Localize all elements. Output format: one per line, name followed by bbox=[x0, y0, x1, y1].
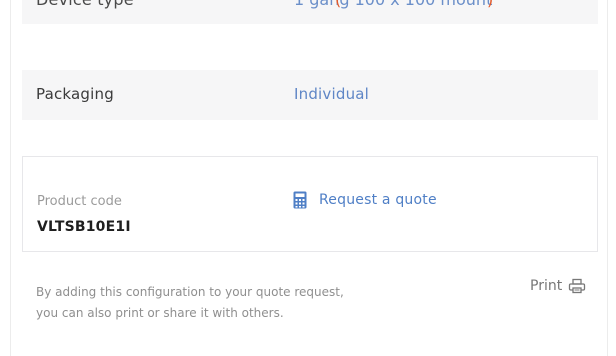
print-button[interactable]: Print bbox=[530, 277, 586, 295]
spec-row-label: Packaging bbox=[36, 85, 114, 103]
product-code-value: VLTSB10E1I bbox=[37, 219, 131, 235]
quote-info-line: you can also print or share it with othe… bbox=[36, 306, 284, 320]
spec-row-value: 1 gang 100 x 100 mount bbox=[294, 0, 492, 9]
spec-row-label: Device type bbox=[36, 0, 134, 9]
print-label: Print bbox=[530, 278, 563, 294]
product-code-card: Product code VLTSB10E1I Request a quote bbox=[22, 156, 598, 252]
quote-info-line: By adding this configuration to your quo… bbox=[36, 285, 344, 299]
product-code-label: Product code bbox=[37, 194, 122, 209]
accent-bracket-open: ( bbox=[335, 0, 341, 9]
spec-row-packaging: Packaging Individual bbox=[22, 70, 598, 120]
quote-info-text: By adding this configuration to your quo… bbox=[36, 282, 416, 324]
request-quote-label: Request a quote bbox=[319, 192, 437, 208]
printer-icon bbox=[568, 277, 586, 295]
calculator-icon bbox=[293, 191, 307, 209]
request-quote-button[interactable]: Request a quote bbox=[293, 191, 437, 209]
spec-row-value: Individual bbox=[294, 85, 370, 103]
spec-row-device-type: Device type 1 gang 100 x 100 mount ( ) bbox=[22, 0, 598, 24]
accent-bracket-close: ) bbox=[487, 0, 493, 9]
